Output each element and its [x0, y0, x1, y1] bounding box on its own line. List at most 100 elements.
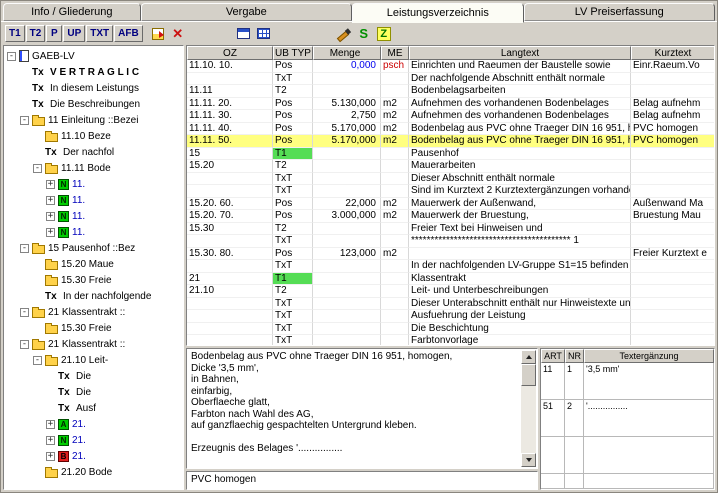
detail-scrollbar[interactable]: [521, 350, 536, 467]
table-row[interactable]: 11.10. 10.Pos0,000pschEinrichten und Rae…: [187, 60, 714, 73]
tree-item[interactable]: 15.20 Maue: [4, 256, 183, 272]
table-row[interactable]: TxTFarbtonvorlage: [187, 335, 714, 346]
scrollbar-track[interactable]: [521, 386, 536, 453]
tree-item[interactable]: -11 Einleitung ::Bezei: [4, 112, 183, 128]
toolbar-button-t2[interactable]: T2: [26, 25, 46, 42]
cell-art[interactable]: [541, 437, 565, 474]
table-row[interactable]: 15.20T2Mauerarbeiten: [187, 160, 714, 173]
tree-item[interactable]: TxIn der nachfolgende: [4, 288, 183, 304]
cell-nr[interactable]: 2: [565, 400, 584, 437]
cell-art[interactable]: 11: [541, 363, 565, 400]
cell-textergaenzung[interactable]: '3,5 mm': [584, 363, 714, 400]
ergaenzung-row[interactable]: [541, 474, 714, 489]
ergaenzung-row[interactable]: 111'3,5 mm': [541, 363, 714, 400]
tree-item[interactable]: +N11.: [4, 192, 183, 208]
tree-expander[interactable]: -: [20, 116, 29, 125]
tree-item[interactable]: TxDie Beschreibungen: [4, 96, 183, 112]
tab-info-gliederung[interactable]: Info / Gliederung: [3, 3, 141, 21]
calculator-button[interactable]: [254, 25, 274, 43]
tree-item[interactable]: 11.10 Beze: [4, 128, 183, 144]
tree-item[interactable]: -21 Klassentrakt ::: [4, 304, 183, 320]
z-button[interactable]: Z: [374, 25, 394, 43]
table-row[interactable]: 11.11T2Bodenbelagsarbeiten: [187, 85, 714, 98]
tab-vergabe[interactable]: Vergabe: [141, 3, 352, 21]
table-row[interactable]: 15T1Pausenhof: [187, 148, 714, 161]
tree-expander[interactable]: -: [20, 308, 29, 317]
cell-textergaenzung[interactable]: '................: [584, 400, 714, 437]
tree-item[interactable]: +B21.: [4, 448, 183, 464]
tree-expander[interactable]: +: [46, 212, 55, 221]
tree-item[interactable]: +N11.: [4, 208, 183, 224]
tree-expander[interactable]: +: [46, 452, 55, 461]
tree-item[interactable]: TxDie: [4, 368, 183, 384]
tree-item[interactable]: -15 Pausenhof ::Bez: [4, 240, 183, 256]
table-row[interactable]: 11.11. 40.Pos5.170,000m2Bodenbelag aus P…: [187, 123, 714, 136]
tab-lv-preiserfassung[interactable]: LV Preiserfassung: [524, 3, 715, 21]
column-header-menge[interactable]: Menge: [313, 46, 381, 60]
table-row[interactable]: TxTDieser Abschnitt enthält normale: [187, 173, 714, 186]
table-row[interactable]: TxTIn der nachfolgenden LV-Gruppe S1=15 …: [187, 260, 714, 273]
table-row[interactable]: TxTSind im Kurztext 2 Kurztextergänzunge…: [187, 185, 714, 198]
cell-art[interactable]: 51: [541, 400, 565, 437]
toolbar-button-t1[interactable]: T1: [5, 25, 25, 42]
table-row[interactable]: TxTDieser Unterabschnitt enthält nur Hin…: [187, 298, 714, 311]
table-row[interactable]: 15.30. 80.Pos123,000m2Freier Kurztext e: [187, 248, 714, 261]
kurztext-field[interactable]: PVC homogen: [186, 471, 538, 490]
table-row[interactable]: 11.11. 20.Pos5.130,000m2Aufnehmen des vo…: [187, 98, 714, 111]
ergaenzung-row[interactable]: 512'................: [541, 400, 714, 437]
column-header-typ[interactable]: UB TYP: [273, 46, 313, 60]
cell-art[interactable]: [541, 474, 565, 489]
table-row[interactable]: 15.20. 60.Pos22,000m2Mauerwerk der Außen…: [187, 198, 714, 211]
tree-item[interactable]: -GAEB-LV: [4, 48, 183, 64]
note-button[interactable]: [148, 25, 168, 43]
tree-item[interactable]: TxAusf: [4, 400, 183, 416]
table-row[interactable]: 21.10T2Leit- und Unterbeschreibungen: [187, 285, 714, 298]
window-button[interactable]: [234, 25, 254, 43]
scrollbar-thumb[interactable]: [521, 364, 536, 386]
cell-nr[interactable]: [565, 437, 584, 474]
ergaenzung-row[interactable]: [541, 437, 714, 474]
tree-item[interactable]: TxDie: [4, 384, 183, 400]
table-row[interactable]: 15.30T2Freier Text bei Hinweisen und: [187, 223, 714, 236]
tree-item[interactable]: +A21.: [4, 416, 183, 432]
tree-expander[interactable]: +: [46, 180, 55, 189]
tree-item[interactable]: +N11.: [4, 224, 183, 240]
tree-expander[interactable]: -: [33, 164, 42, 173]
tree-item[interactable]: -21.10 Leit-: [4, 352, 183, 368]
tree-expander[interactable]: -: [20, 340, 29, 349]
tab-leistungsverzeichnis[interactable]: Leistungsverzeichnis: [352, 3, 524, 23]
table-row[interactable]: TxTAusfuehrung der Leistung: [187, 310, 714, 323]
tree-expander[interactable]: +: [46, 420, 55, 429]
table-row[interactable]: 11.11. 50.Pos5.170,000m2Bodenbelag aus P…: [187, 135, 714, 148]
table-row[interactable]: TxT*************************************…: [187, 235, 714, 248]
tree-item[interactable]: -21 Klassentrakt ::: [4, 336, 183, 352]
scroll-up-button[interactable]: [521, 350, 536, 364]
tree-expander[interactable]: -: [7, 52, 16, 61]
tree-item[interactable]: 21.20 Bode: [4, 464, 183, 480]
tree-expander[interactable]: +: [46, 436, 55, 445]
table-row[interactable]: TxTDer nachfolgende Abschnitt enthält no…: [187, 73, 714, 86]
tree-expander[interactable]: +: [46, 196, 55, 205]
table-row[interactable]: 15.20. 70.Pos3.000,000m2Mauerwerk der Br…: [187, 210, 714, 223]
column-header-lang[interactable]: Langtext: [409, 46, 631, 60]
paintbrush-button[interactable]: [334, 25, 354, 43]
toolbar-button-up[interactable]: UP: [63, 25, 85, 42]
langtext-editor[interactable]: Bodenbelag aus PVC ohne Traeger DIN 16 9…: [186, 348, 538, 469]
tree-item[interactable]: +N21.: [4, 432, 183, 448]
column-header-kurz[interactable]: Kurztext: [631, 46, 714, 60]
column-header-oz[interactable]: OZ: [187, 46, 273, 60]
tree-item[interactable]: -11.11 Bode: [4, 160, 183, 176]
tree-expander[interactable]: -: [20, 244, 29, 253]
tree-item[interactable]: 15.30 Freie: [4, 320, 183, 336]
cell-textergaenzung[interactable]: [584, 437, 714, 474]
tree-item[interactable]: TxV E R T R A G L I C: [4, 64, 183, 80]
scroll-down-button[interactable]: [521, 453, 536, 467]
tree-expander[interactable]: +: [46, 228, 55, 237]
toolbar-button-txt[interactable]: TXT: [86, 25, 113, 42]
cell-nr[interactable]: [565, 474, 584, 489]
delete-button[interactable]: ✕: [168, 25, 188, 43]
table-row[interactable]: 11.11. 30.Pos2,750m2Aufnehmen des vorhan…: [187, 110, 714, 123]
toolbar-button-afb[interactable]: AFB: [114, 25, 143, 42]
cell-textergaenzung[interactable]: [584, 474, 714, 489]
tree-item[interactable]: 15.30 Freie: [4, 272, 183, 288]
